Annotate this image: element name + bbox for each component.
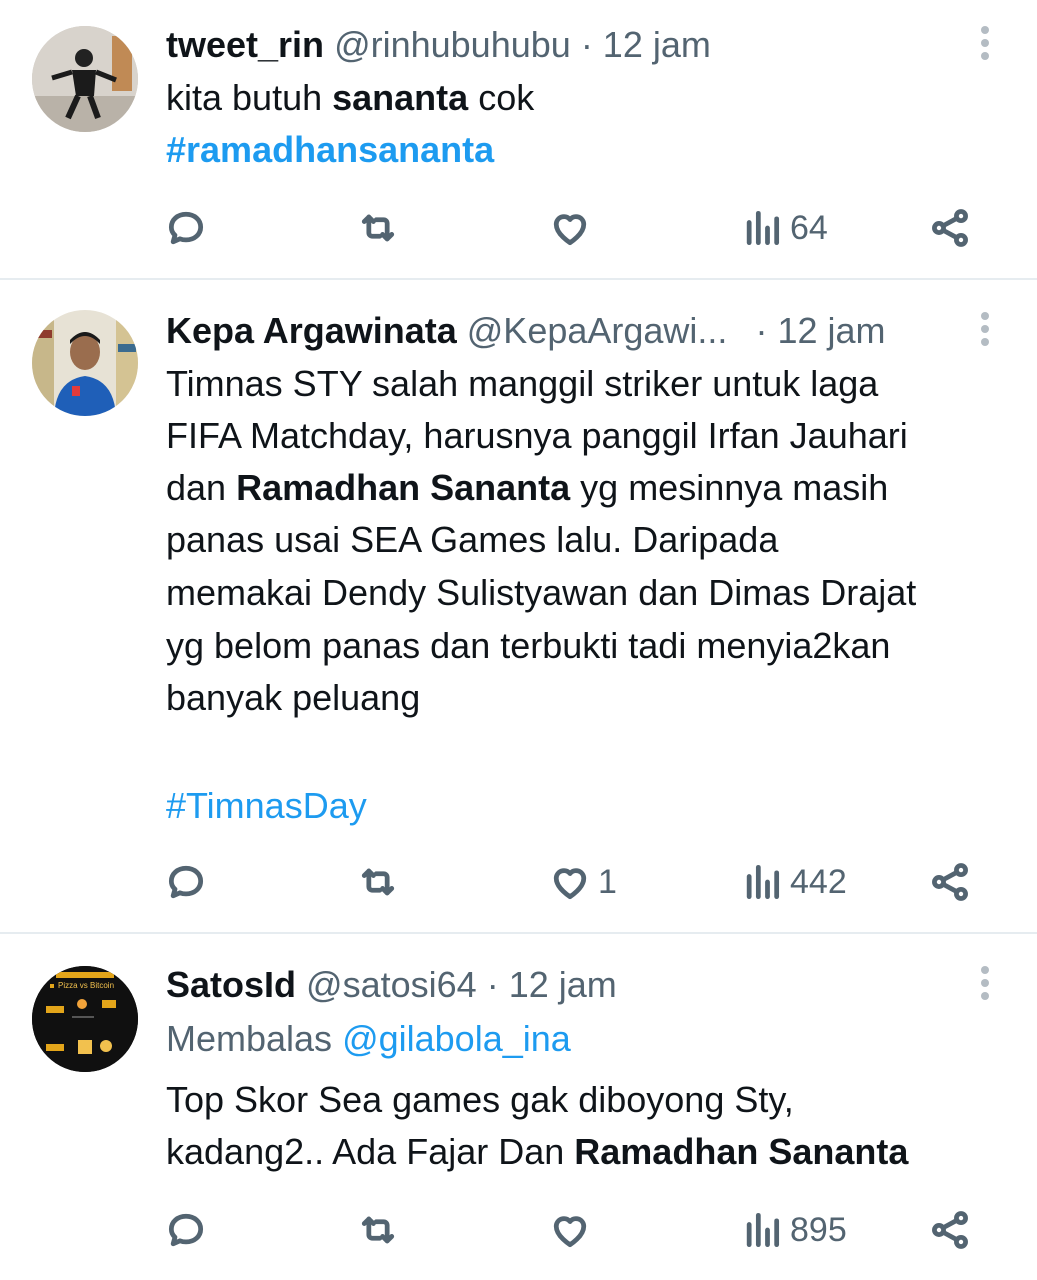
reply-button[interactable] [164, 204, 208, 252]
tweet-header: tweet_rin @rinhubuhubu · 12 jam [166, 22, 711, 68]
likes-count: 1 [598, 862, 617, 901]
heart-icon [553, 868, 587, 900]
text-segment: kita butuh [166, 77, 333, 118]
reply-button[interactable] [164, 858, 208, 906]
views-chart-icon [746, 864, 780, 900]
tweet-text-line: panas usai SEA Games lalu. Daripada [166, 519, 779, 560]
share-button[interactable] [928, 858, 972, 906]
retweet-icon [361, 1216, 395, 1244]
tweet-text-line: kita butuh sananta cok [166, 72, 534, 124]
views-button[interactable]: 442 [740, 858, 847, 906]
avatar[interactable] [32, 26, 138, 132]
share-icon [932, 863, 968, 901]
avatar-caption: Pizza vs Bitcoin [58, 981, 114, 990]
views-count: 64 [790, 208, 828, 247]
text-segment: kadang2.. Ada Fajar Dan [166, 1131, 575, 1172]
handle[interactable]: @KepaArgawi... [467, 310, 728, 351]
tweet-text-line: yg belom panas dan terbukti tadi menyia2… [166, 625, 891, 666]
tweet-2[interactable]: Kepa Argawinata @KepaArgawi... · 12 jam … [0, 280, 1037, 932]
tweet-header: Kepa Argawinata @KepaArgawi... · 12 jam [166, 308, 886, 354]
highlighted-term: Ramadhan Sananta [236, 467, 571, 508]
hashtag-link[interactable]: #TimnasDay [166, 785, 367, 826]
highlighted-term: Ramadhan Sananta [574, 1131, 909, 1172]
tweet-text-line: memakai Dendy Sulistyawan dan Dimas Draj… [166, 572, 917, 613]
reply-icon [168, 211, 204, 245]
hashtag-line: #TimnasDay [166, 780, 367, 832]
share-button[interactable] [928, 1206, 972, 1254]
views-button[interactable]: 895 [740, 1206, 847, 1254]
tweet-text-line: Timnas STY salah manggil striker untuk l… [166, 363, 879, 404]
hashtag-line: #ramadhansananta [166, 124, 494, 176]
tweet-text-line: kadang2.. Ada Fajar Dan Ramadhan Sananta [166, 1126, 908, 1178]
views-button[interactable]: 64 [740, 204, 828, 252]
tweet-header: SatosId @satosi64 · 12 jam [166, 962, 617, 1008]
handle[interactable]: @satosi64 [306, 964, 477, 1005]
retweet-button[interactable] [356, 1206, 400, 1254]
share-button[interactable] [928, 204, 972, 252]
retweet-icon [361, 868, 395, 896]
text-segment: cok [468, 77, 535, 118]
hashtag-link[interactable]: #ramadhansananta [166, 129, 494, 170]
retweet-icon [361, 214, 395, 242]
replying-to: Membalas @gilabola_ina [166, 1016, 571, 1062]
display-name[interactable]: tweet_rin [166, 24, 324, 65]
more-vertical-icon[interactable] [970, 26, 1000, 66]
avatar[interactable] [32, 310, 138, 416]
tweet-text-line: banyak peluang [166, 677, 421, 718]
mention-link[interactable]: @gilabola_ina [342, 1018, 571, 1059]
timestamp[interactable]: · 12 jam [581, 24, 711, 65]
reply-icon [168, 865, 204, 899]
share-icon [932, 209, 968, 247]
text-segment: dan [166, 467, 237, 508]
display-name[interactable]: Kepa Argawinata [166, 310, 457, 351]
views-count: 895 [790, 1210, 847, 1249]
tweet-text-line: Top Skor Sea games gak diboyong Sty, [166, 1079, 794, 1120]
text-segment: yg mesinnya masih [570, 467, 889, 508]
tweet-1[interactable]: tweet_rin @rinhubuhubu · 12 jam kita but… [0, 0, 1037, 278]
share-icon [932, 1211, 968, 1249]
views-chart-icon [746, 1212, 780, 1248]
views-count: 442 [790, 862, 847, 901]
views-chart-icon [746, 210, 780, 246]
heart-icon [553, 214, 587, 246]
handle[interactable]: @rinhubuhubu [334, 24, 571, 65]
more-vertical-icon[interactable] [970, 312, 1000, 352]
replying-label: Membalas [166, 1018, 333, 1059]
like-button[interactable] [548, 204, 592, 252]
reply-button[interactable] [164, 1206, 208, 1254]
heart-icon [553, 1216, 587, 1248]
avatar[interactable]: Pizza vs Bitcoin [32, 966, 138, 1072]
more-vertical-icon[interactable] [970, 966, 1000, 1006]
retweet-button[interactable] [356, 858, 400, 906]
tweet-3[interactable]: Pizza vs Bitcoin SatosId @satosi64 · 12 … [0, 934, 1037, 1280]
like-button[interactable] [548, 1206, 592, 1254]
timestamp[interactable]: · 12 jam [487, 964, 617, 1005]
like-button[interactable]: 1 [548, 858, 617, 906]
display-name[interactable]: SatosId [166, 964, 296, 1005]
tweet-text-line: FIFA Matchday, harusnya panggil Irfan Ja… [166, 415, 908, 456]
highlighted-term: sananta [332, 77, 469, 118]
tweet-text-line: dan Ramadhan Sananta yg mesinnya masih [166, 462, 888, 514]
timestamp[interactable]: · 12 jam [755, 310, 885, 351]
retweet-button[interactable] [356, 204, 400, 252]
reply-icon [168, 1213, 204, 1247]
